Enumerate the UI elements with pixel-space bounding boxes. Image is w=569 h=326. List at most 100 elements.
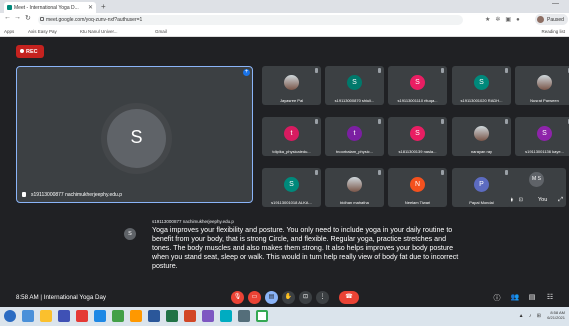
- bookmark-axis[interactable]: Axis Easy Pay: [28, 29, 57, 34]
- extensions-icons[interactable]: ★✲▣●: [485, 16, 525, 23]
- windows-taskbar: ▲ ♪ ⊞ 8:58 AM 6/21/2021: [0, 307, 569, 326]
- reload-icon[interactable]: ↻: [25, 14, 31, 22]
- captions-icon[interactable]: ▤: [265, 291, 278, 304]
- chrome-active-icon[interactable]: [256, 310, 268, 322]
- mic-muted-icon: [505, 170, 508, 175]
- url-text: meet.google.com/yoq-zunv-nxf?authuser=1: [46, 17, 143, 23]
- participant-tile[interactable]: Ss19113001136 kaye...: [515, 117, 569, 156]
- participant-name: s1811300139 nasla...: [398, 149, 437, 154]
- participant-tile[interactable]: t tdipika_physicaledu...: [262, 117, 321, 156]
- excel-icon[interactable]: [166, 310, 178, 322]
- participant-tile[interactable]: N Neelam Tiwari: [388, 168, 447, 207]
- participant-avatar: S: [410, 126, 425, 141]
- mic-muted-icon: [505, 68, 508, 73]
- expand-icon[interactable]: ⤢: [558, 197, 563, 204]
- participant-avatar: S: [347, 75, 362, 90]
- system-tray-icons[interactable]: ▲ ♪ ⊞: [519, 313, 543, 319]
- self-avatar: M S: [529, 172, 544, 187]
- mic-muted-icon: [315, 68, 318, 73]
- onenote-icon[interactable]: [202, 310, 214, 322]
- raise-hand-icon[interactable]: ✋: [282, 291, 295, 304]
- forward-icon[interactable]: →: [14, 14, 21, 21]
- chrome-icon[interactable]: [112, 310, 124, 322]
- mic-muted-icon: [441, 68, 444, 73]
- taskbar-clock[interactable]: 8:58 AM 6/21/2021: [547, 310, 565, 320]
- mic-off-icon[interactable]: 🎙: [231, 291, 244, 304]
- participant-avatar: t: [347, 126, 362, 141]
- participant-avatar: S: [537, 126, 552, 141]
- settings-icon[interactable]: [238, 310, 250, 322]
- screen: Meet - International Yoga D... ✕ + — ← →…: [0, 0, 569, 326]
- meet-favicon-icon: [7, 5, 12, 10]
- tab-close-icon[interactable]: ✕: [88, 4, 93, 11]
- pin-icon[interactable]: [22, 192, 26, 197]
- participant-tile[interactable]: Jayasree Pal: [262, 66, 321, 105]
- mic-muted-icon: [505, 119, 508, 124]
- activities-icon[interactable]: ☷: [545, 293, 555, 301]
- search-icon[interactable]: [22, 310, 34, 322]
- participant-name: s19113001018 ALKA...: [271, 200, 312, 205]
- camera-off-icon[interactable]: ▭: [248, 291, 261, 304]
- store-icon[interactable]: [58, 310, 70, 322]
- profile-button[interactable]: Paused: [535, 14, 568, 25]
- back-icon[interactable]: ←: [4, 14, 11, 21]
- self-controls-icon[interactable]: ◉ ⊡: [509, 197, 525, 203]
- self-label: You: [538, 197, 548, 203]
- caption-speaker: s19113000877 nachimukherjeephy.edu.p: [152, 219, 234, 224]
- info-icon[interactable]: ⓘ: [492, 293, 502, 303]
- participant-tile[interactable]: Ss1811300139 nasla...: [388, 117, 447, 156]
- hangup-button[interactable]: ☎: [339, 291, 359, 304]
- more-options-icon[interactable]: ⋮: [316, 291, 329, 304]
- self-tile[interactable]: M S ◉ ⊡ You ⤢: [507, 168, 566, 207]
- participant-tile[interactable]: Ss19113001110 rituqa...: [388, 66, 447, 105]
- participant-avatar: P: [474, 177, 489, 192]
- participant-avatar: [474, 126, 489, 141]
- people-icon[interactable]: 👥: [510, 293, 520, 301]
- media-icon[interactable]: [220, 310, 232, 322]
- add-icon[interactable]: +: [243, 69, 250, 76]
- participant-name: tnoorbalam_physic...: [336, 149, 373, 154]
- caption-avatar: S: [124, 228, 136, 240]
- edge-icon[interactable]: [94, 310, 106, 322]
- app-icon[interactable]: [130, 310, 142, 322]
- participant-tile[interactable]: Ss19113000870 shiuli...: [325, 66, 384, 105]
- participant-avatar: S: [284, 177, 299, 192]
- start-icon[interactable]: [4, 310, 16, 322]
- participant-tile[interactable]: Nusrat Parween: [515, 66, 569, 105]
- participant-name: narayan ray: [470, 149, 493, 154]
- mic-muted-icon: [378, 68, 381, 73]
- participant-name: s19113001110 rituqa...: [397, 98, 438, 103]
- reading-list[interactable]: Reading list: [541, 29, 565, 34]
- participant-tile[interactable]: Ss19113001020 RADH...: [452, 66, 511, 105]
- participant-name: tdipika_physicaledu...: [272, 149, 311, 154]
- window-minimize-button[interactable]: —: [552, 0, 565, 7]
- participant-tile[interactable]: bidhan mahatha: [325, 168, 384, 207]
- bookmark-gmail[interactable]: Gmail: [155, 29, 167, 34]
- participant-avatar: [537, 75, 552, 90]
- present-icon[interactable]: ⊡: [299, 291, 312, 304]
- bookmark-apps[interactable]: Apps: [4, 29, 14, 34]
- new-tab-button[interactable]: +: [101, 2, 106, 11]
- participant-tile[interactable]: narayan ray: [452, 117, 511, 156]
- main-speaker-tile[interactable]: S + s19113000877 nachimukherjeephy.edu.p: [16, 66, 253, 203]
- meet-tab[interactable]: Meet - International Yoga D... ✕: [4, 2, 96, 13]
- firefox-icon[interactable]: [76, 310, 88, 322]
- participant-name: Jayasree Pal: [279, 98, 304, 103]
- participant-avatar: N: [410, 177, 425, 192]
- mic-muted-icon: [315, 119, 318, 124]
- mic-muted-icon: [315, 170, 318, 175]
- participant-tile[interactable]: Ss19113001018 ALKA...: [262, 168, 321, 207]
- participant-name: s19113000870 shiuli...: [334, 98, 375, 103]
- url-field[interactable]: meet.google.com/yoq-zunv-nxf?authuser=1: [38, 15, 463, 25]
- word-icon[interactable]: [148, 310, 160, 322]
- powerpoint-icon[interactable]: [184, 310, 196, 322]
- participant-tile[interactable]: t tnoorbalam_physic...: [325, 117, 384, 156]
- bookmark-univer[interactable]: Ktu Nanul Univer...: [80, 29, 118, 34]
- mic-muted-icon: [378, 119, 381, 124]
- participant-name: s19113001020 RADH...: [460, 98, 503, 103]
- participant-tile[interactable]: P Papai Mondal: [452, 168, 511, 207]
- participant-avatar: S: [474, 75, 489, 90]
- chat-icon[interactable]: ▤: [527, 293, 537, 301]
- explorer-icon[interactable]: [40, 310, 52, 322]
- bookmarks-bar: Apps Axis Easy Pay Ktu Nanul Univer... G…: [0, 27, 569, 37]
